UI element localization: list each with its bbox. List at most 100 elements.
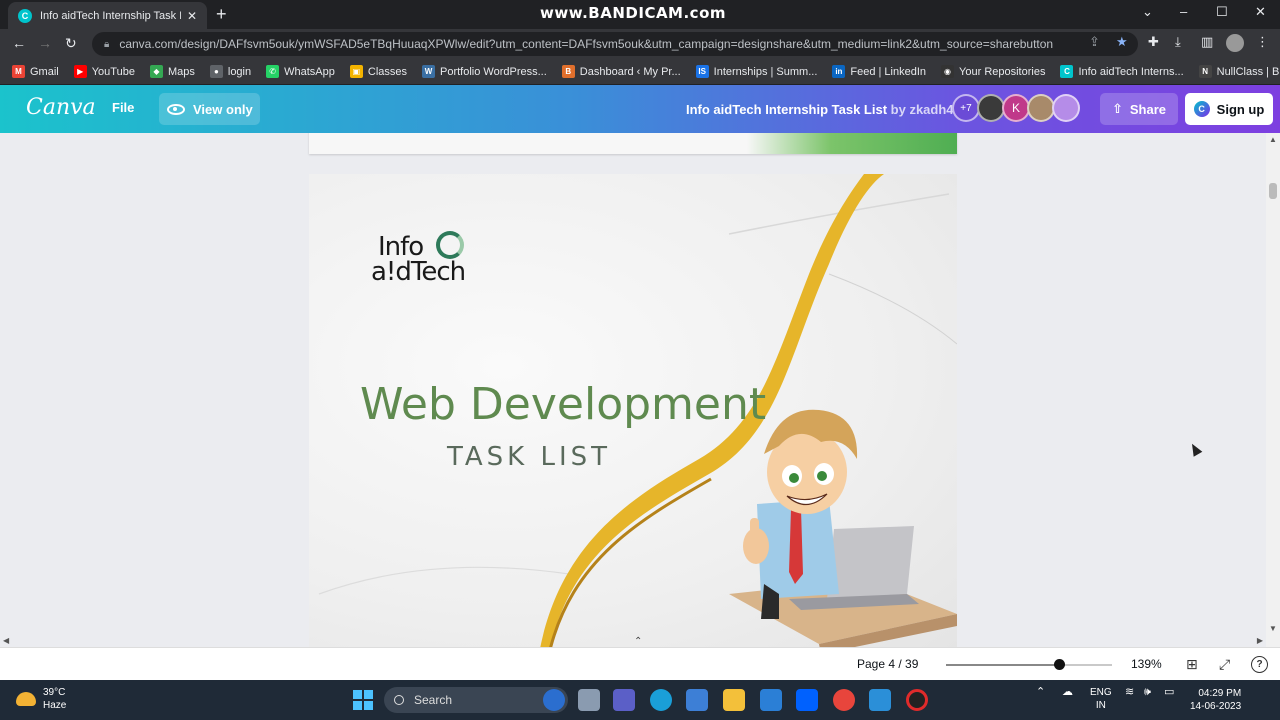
bookmark-item[interactable]: ◉ Your Repositories — [941, 65, 1045, 78]
upload-share-icon: ⇧ — [1111, 101, 1123, 116]
scroll-up-icon[interactable]: ▲ — [1269, 135, 1277, 144]
tray-chevron-up-icon[interactable]: ⌃ — [1036, 686, 1045, 699]
design-page: Info a!dTech Web Development TASK LIST — [309, 174, 957, 647]
fullscreen-icon[interactable]: ⤢ — [1219, 656, 1230, 673]
browser-tab-strip: C Info aidTech Internship Task List ✕ + … — [0, 0, 1280, 29]
bookmark-favicon-icon: M — [12, 65, 25, 78]
profile-avatar[interactable] — [1226, 34, 1244, 52]
bookmark-item[interactable]: C Info aidTech Interns... — [1060, 65, 1184, 78]
weather-widget[interactable]: 39°C Haze — [16, 686, 66, 712]
collaborator-avatar[interactable] — [977, 94, 1005, 122]
canva-header: Canva File View only Info aidTech Intern… — [0, 85, 1280, 133]
zoom-slider-knob[interactable] — [1053, 659, 1065, 670]
side-panel-icon[interactable]: ▥ — [1201, 34, 1213, 50]
chrome-menu-icon[interactable]: ⋮ — [1256, 34, 1269, 50]
document-title: Info aidTech Internship Task List by zka… — [686, 102, 961, 117]
help-icon[interactable]: ? — [1251, 656, 1268, 673]
green-brush-decoration — [747, 133, 957, 154]
mail-icon[interactable] — [760, 689, 782, 711]
share-button[interactable]: ⇧ Share — [1100, 93, 1178, 125]
bandicam-record-icon[interactable] — [906, 689, 928, 711]
new-tab-button[interactable]: + — [216, 4, 227, 25]
taskbar-search[interactable]: Search — [384, 687, 568, 713]
address-bar[interactable]: 🔒︎ canva.com/design/DAFfsvm5ouk/ymWSFAD5… — [92, 32, 1138, 56]
bookmark-item[interactable]: ● login — [209, 65, 252, 78]
dropbox-icon[interactable] — [796, 689, 818, 711]
zoom-slider[interactable] — [946, 659, 1112, 670]
view-only-label: View only — [193, 101, 253, 117]
bookmark-item[interactable]: ✆ WhatsApp — [266, 65, 335, 78]
canva-logo[interactable]: Canva — [26, 95, 96, 120]
clock-date: 14-06-2023 — [1190, 701, 1242, 712]
bookmark-favicon-icon: ◉ — [941, 65, 955, 78]
bookmark-item[interactable]: ▶ YouTube — [73, 65, 135, 78]
scrollbar-thumb[interactable] — [1269, 183, 1277, 199]
bookmark-label: Gmail — [30, 65, 59, 78]
browser-toolbar: ← → ↻ 🔒︎ canva.com/design/DAFfsvm5ouk/ym… — [0, 29, 1280, 59]
forward-arrow-icon[interactable]: → — [38, 35, 52, 51]
close-window-button[interactable]: ✕ — [1255, 4, 1266, 20]
bookmark-label: login — [227, 65, 252, 78]
language-indicator[interactable]: ENG IN — [1090, 686, 1112, 712]
battery-icon[interactable]: ▭ — [1164, 686, 1174, 699]
download-icon[interactable]: ⤓ — [1175, 34, 1181, 50]
bookmark-item[interactable]: B Dashboard ‹ My Pr... — [561, 65, 681, 78]
share-page-icon[interactable]: ⇪ — [1089, 34, 1100, 50]
zoom-level[interactable]: 139% — [1131, 657, 1162, 671]
wifi-icon[interactable]: ≋ — [1125, 686, 1134, 699]
bookmark-favicon-icon: ▣ — [349, 65, 363, 78]
sign-up-button[interactable]: C Sign up — [1185, 93, 1273, 125]
tab-close-icon[interactable]: ✕ — [187, 9, 197, 23]
vertical-scrollbar[interactable]: ▲ ▼ — [1266, 133, 1280, 647]
bing-icon[interactable] — [543, 689, 565, 711]
scroll-right-icon[interactable]: ▶ — [1257, 636, 1263, 645]
edge-browser-icon[interactable] — [650, 689, 672, 711]
scroll-down-icon[interactable]: ▼ — [1269, 624, 1277, 633]
system-clock[interactable]: 04:29 PM 14-06-2023 — [1190, 687, 1241, 713]
canvas-workspace[interactable]: Info a!dTech Web Development TASK LIST ▲… — [0, 133, 1280, 647]
bookmark-favicon-icon: W — [422, 65, 435, 78]
bookmark-item[interactable]: ▣ Classes — [349, 65, 407, 78]
page-heading: Web Development — [360, 379, 767, 430]
vscode-icon[interactable] — [869, 689, 891, 711]
page-indicator[interactable]: Page 4 / 39 — [857, 657, 918, 671]
bookmark-label: Maps — [167, 65, 195, 78]
chrome-icon[interactable] — [833, 689, 855, 711]
bookmark-favicon-icon: ◆ — [149, 65, 163, 78]
bookmark-item[interactable]: ◆ Maps — [149, 65, 195, 78]
task-view-icon[interactable] — [578, 689, 600, 711]
maximize-button[interactable]: ☐ — [1216, 4, 1228, 20]
bookmark-item[interactable]: IS Internships | Summ... — [695, 65, 817, 78]
browser-tab[interactable]: C Info aidTech Internship Task List ✕ — [8, 2, 207, 29]
microsoft-store-icon[interactable] — [686, 689, 708, 711]
cloud-offline-icon[interactable]: ☁ — [1062, 686, 1073, 699]
collaborator-avatar[interactable] — [1052, 94, 1080, 122]
bookmark-star-icon[interactable]: ★ — [1116, 34, 1128, 50]
bookmark-item[interactable]: M Gmail — [12, 65, 59, 78]
speaker-icon[interactable]: 🕪︎ — [1144, 686, 1151, 699]
file-explorer-icon[interactable] — [723, 689, 745, 711]
document-author: by zkadh4e — [890, 102, 961, 117]
collaborator-count[interactable]: +7 — [952, 94, 980, 122]
bookmark-item[interactable]: in Feed | LinkedIn — [832, 65, 926, 78]
bookmark-item[interactable]: W Portfolio WordPress... — [422, 65, 547, 78]
page-subheading: TASK LIST — [447, 442, 612, 472]
tab-search-chevron-icon[interactable]: ⌄ — [1142, 4, 1153, 20]
previous-page-bottom — [309, 133, 957, 154]
scroll-left-icon[interactable]: ◀ — [3, 636, 9, 645]
bookmark-favicon-icon: ● — [209, 65, 223, 78]
file-menu-button[interactable]: File — [112, 100, 134, 115]
minimize-button[interactable]: – — [1180, 4, 1187, 19]
reload-icon[interactable]: ↻ — [65, 35, 77, 52]
back-arrow-icon[interactable]: ← — [12, 35, 26, 51]
windows-start-icon[interactable] — [353, 690, 373, 710]
collaborator-avatar[interactable] — [1027, 94, 1055, 122]
collaborator-initial-avatar[interactable]: K — [1002, 94, 1030, 122]
extensions-puzzle-icon[interactable]: ✚ — [1148, 34, 1159, 50]
bookmark-item[interactable]: N NullClass | Build Re... — [1198, 65, 1280, 78]
view-only-button[interactable]: View only — [159, 93, 260, 125]
collaborator-avatars[interactable]: +7 K — [952, 94, 1080, 122]
show-pages-caret-icon[interactable]: ⌃ — [634, 636, 642, 647]
grid-view-icon[interactable]: ⊞ — [1186, 656, 1198, 673]
teams-chat-icon[interactable] — [613, 689, 635, 711]
